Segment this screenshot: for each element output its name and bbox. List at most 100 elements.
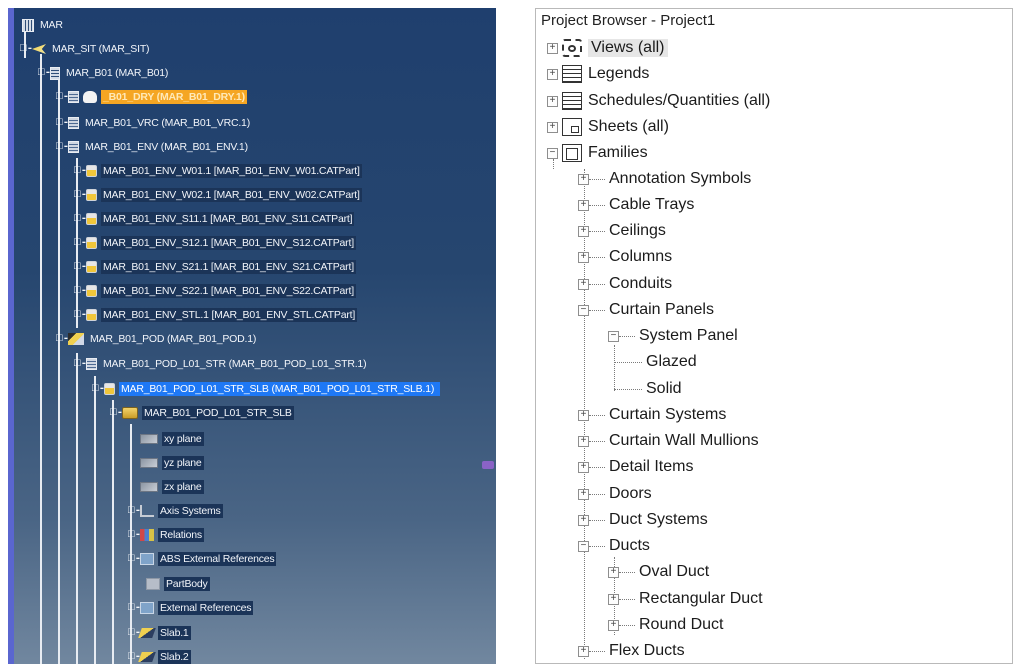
expand-toggle[interactable]: + xyxy=(547,42,558,54)
expand-toggle[interactable]: + xyxy=(578,488,589,500)
browser-item-label: System Panel xyxy=(639,327,738,344)
collapse-toggle[interactable]: − xyxy=(578,540,589,552)
browser-item-curtain-panels[interactable]: − Curtain Panels xyxy=(578,299,714,321)
expand-toggle[interactable]: + xyxy=(547,68,558,80)
expand-toggle[interactable]: □- xyxy=(128,502,141,520)
expand-toggle[interactable]: □- xyxy=(56,114,69,132)
tree-node-pod[interactable]: □- MAR_B01_POD (MAR_B01_POD.1) xyxy=(56,330,258,348)
tree-node-pod-slb[interactable]: □- MAR_B01_POD_L01_STR_SLB (MAR_B01_POD_… xyxy=(92,380,441,398)
collapse-toggle[interactable]: □- xyxy=(74,355,87,373)
tree-node-axis-systems[interactable]: □- Axis Systems xyxy=(128,502,223,520)
expand-toggle[interactable]: □- xyxy=(128,624,141,642)
tree-node-env-s22[interactable]: □- MAR_B01_ENV_S22.1 [MAR_B01_ENV_S22.CA… xyxy=(74,282,356,300)
expand-toggle[interactable]: + xyxy=(578,461,589,473)
tree-node-env-s11[interactable]: □- MAR_B01_ENV_S11.1 [MAR_B01_ENV_S11.CA… xyxy=(74,210,355,228)
collapse-toggle[interactable]: − xyxy=(608,330,619,342)
browser-item-views[interactable]: + Views (all) xyxy=(547,37,668,59)
expand-toggle[interactable]: □- xyxy=(128,550,141,568)
collapse-toggle[interactable]: □- xyxy=(38,64,51,82)
expand-toggle[interactable]: □- xyxy=(128,599,141,617)
expand-toggle[interactable]: + xyxy=(578,514,589,526)
browser-item-detail-items[interactable]: + Detail Items xyxy=(578,456,693,478)
browser-item-curtain-wall-mullions[interactable]: + Curtain Wall Mullions xyxy=(578,430,759,452)
expand-toggle[interactable]: □- xyxy=(74,234,87,252)
browser-item-legends[interactable]: + Legends xyxy=(547,63,649,85)
tree-node-building[interactable]: □- MAR_B01 (MAR_B01) xyxy=(38,64,170,82)
collapse-toggle[interactable]: □- xyxy=(92,380,105,398)
tree-node-yz-plane[interactable]: yz plane xyxy=(140,454,204,472)
expand-toggle[interactable]: + xyxy=(578,409,589,421)
tree-node-vrc[interactable]: □- MAR_B01_VRC (MAR_B01_VRC.1) xyxy=(56,114,252,132)
collapse-toggle[interactable]: □- xyxy=(20,40,33,58)
collapse-toggle[interactable]: □- xyxy=(56,330,69,348)
tree-node-part[interactable]: □- MAR_B01_POD_L01_STR_SLB xyxy=(110,404,294,422)
browser-item-ducts[interactable]: − Ducts xyxy=(578,535,650,557)
expand-toggle[interactable]: □- xyxy=(128,526,141,544)
tree-node-slab-2[interactable]: □- Slab.2 xyxy=(128,648,191,664)
expand-toggle[interactable]: □- xyxy=(56,88,69,106)
tree-node-env-stl[interactable]: □- MAR_B01_ENV_STL.1 [MAR_B01_ENV_STL.CA… xyxy=(74,306,358,324)
browser-item-annotation-symbols[interactable]: + Annotation Symbols xyxy=(578,168,751,190)
browser-item-schedules[interactable]: + Schedules/Quantities (all) xyxy=(547,90,770,112)
browser-item-columns[interactable]: + Columns xyxy=(578,246,672,268)
tree-node-slab-1[interactable]: □- Slab.1 xyxy=(128,624,191,642)
browser-item-flex-ducts[interactable]: + Flex Ducts xyxy=(578,640,685,662)
tree-node-zx-plane[interactable]: zx plane xyxy=(140,478,204,496)
expand-toggle[interactable]: □- xyxy=(74,162,87,180)
browser-item-doors[interactable]: + Doors xyxy=(578,483,652,505)
browser-item-solid[interactable]: Solid xyxy=(614,378,682,400)
browser-item-label: Rectangular Duct xyxy=(639,590,763,607)
browser-item-label: Legends xyxy=(588,65,650,82)
browser-item-glazed[interactable]: Glazed xyxy=(614,351,697,373)
tree-connector xyxy=(614,388,642,390)
expand-toggle[interactable]: □- xyxy=(74,210,87,228)
tree-node-env-w01[interactable]: □- MAR_B01_ENV_W01.1 [MAR_B01_ENV_W01.CA… xyxy=(74,162,362,180)
expand-toggle[interactable]: + xyxy=(578,645,589,657)
tree-node-dry[interactable]: □- _B01_DRY (MAR_B01_DRY.1) xyxy=(56,88,247,106)
browser-item-conduits[interactable]: + Conduits xyxy=(578,273,672,295)
tree-node-partbody[interactable]: PartBody xyxy=(146,575,210,593)
tree-node-env-s21[interactable]: □- MAR_B01_ENV_S21.1 [MAR_B01_ENV_S21.CA… xyxy=(74,258,356,276)
expand-toggle[interactable]: + xyxy=(578,251,589,263)
expand-toggle[interactable]: + xyxy=(547,95,558,107)
expand-toggle[interactable]: □- xyxy=(74,258,87,276)
expand-toggle[interactable]: + xyxy=(608,593,619,605)
browser-item-ceilings[interactable]: + Ceilings xyxy=(578,220,666,242)
tree-node-pod-str[interactable]: □- MAR_B01_POD_L01_STR (MAR_B01_POD_L01_… xyxy=(74,355,368,373)
tree-node-abs-ext-refs[interactable]: □- ABS External References xyxy=(128,550,277,568)
tree-node-ext-refs[interactable]: □- External References xyxy=(128,599,254,617)
browser-item-sheets[interactable]: + Sheets (all) xyxy=(547,116,669,138)
expand-toggle[interactable]: + xyxy=(578,278,589,290)
browser-item-cable-trays[interactable]: + Cable Trays xyxy=(578,194,694,216)
collapse-toggle[interactable]: − xyxy=(578,304,589,316)
collapse-toggle[interactable]: □- xyxy=(56,138,69,156)
browser-item-curtain-systems[interactable]: + Curtain Systems xyxy=(578,404,726,426)
expand-toggle[interactable]: + xyxy=(608,619,619,631)
expand-toggle[interactable]: □- xyxy=(74,186,87,204)
browser-item-system-panel[interactable]: − System Panel xyxy=(608,325,738,347)
browser-item-families[interactable]: − Families xyxy=(547,142,648,164)
browser-item-oval-duct[interactable]: + Oval Duct xyxy=(608,561,709,583)
expand-toggle[interactable]: + xyxy=(578,173,589,185)
tree-node-env-w02[interactable]: □- MAR_B01_ENV_W02.1 [MAR_B01_ENV_W02.CA… xyxy=(74,186,362,204)
families-icon xyxy=(562,144,582,162)
expand-toggle[interactable]: + xyxy=(547,121,558,133)
expand-toggle[interactable]: + xyxy=(578,435,589,447)
tree-node-env-s12[interactable]: □- MAR_B01_ENV_S12.1 [MAR_B01_ENV_S12.CA… xyxy=(74,234,356,252)
tree-node-env[interactable]: □- MAR_B01_ENV (MAR_B01_ENV.1) xyxy=(56,138,250,156)
expand-toggle[interactable]: + xyxy=(578,199,589,211)
expand-toggle[interactable]: + xyxy=(608,566,619,578)
browser-item-duct-systems[interactable]: + Duct Systems xyxy=(578,509,708,531)
tree-node-xy-plane[interactable]: xy plane xyxy=(140,430,204,448)
tree-node-relations[interactable]: □- Relations xyxy=(128,526,204,544)
expand-toggle[interactable]: □- xyxy=(74,306,87,324)
browser-item-round-duct[interactable]: + Round Duct xyxy=(608,614,724,636)
part-icon xyxy=(86,309,97,321)
expand-toggle[interactable]: □- xyxy=(74,282,87,300)
tree-node-site[interactable]: □- MAR_SIT (MAR_SIT) xyxy=(20,40,151,58)
tree-node-root[interactable]: MAR xyxy=(22,16,65,34)
collapse-toggle[interactable]: □- xyxy=(110,404,123,422)
browser-item-rectangular-duct[interactable]: + Rectangular Duct xyxy=(608,588,763,610)
expand-toggle[interactable]: + xyxy=(578,225,589,237)
collapse-toggle[interactable]: − xyxy=(547,147,558,159)
